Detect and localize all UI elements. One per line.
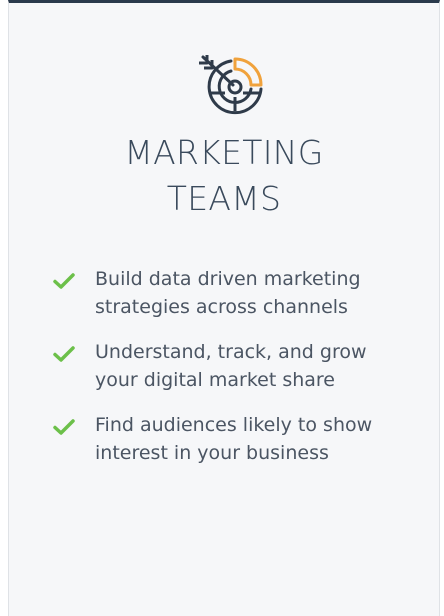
check-icon [53,343,75,362]
benefit-item: Find audiences likely to show interest i… [53,411,423,467]
benefit-item: Build data driven marketing strategies a… [53,265,423,321]
check-icon [53,270,75,289]
marketing-teams-card: MARKETING TEAMS Build data driven market… [8,0,440,616]
benefit-line-2: strategies across channels [95,296,348,318]
card-title-line-1: MARKETING [124,133,324,172]
benefit-item: Understand, track, and grow your digital… [53,338,423,394]
check-icon [53,416,75,435]
benefit-line-1: Build data driven marketing [95,268,361,290]
benefit-line-2: interest in your business [95,442,329,464]
benefit-line-1: Understand, track, and grow [95,341,367,363]
card-title: MARKETING TEAMS [9,130,439,222]
benefits-list: Build data driven marketing strategies a… [53,265,423,484]
benefit-line-1: Find audiences likely to show [95,414,373,436]
card-title-line-2: TEAMS [166,179,282,218]
target-with-arrow-and-chart-icon [195,49,265,115]
benefit-line-2: your digital market share [95,369,335,391]
